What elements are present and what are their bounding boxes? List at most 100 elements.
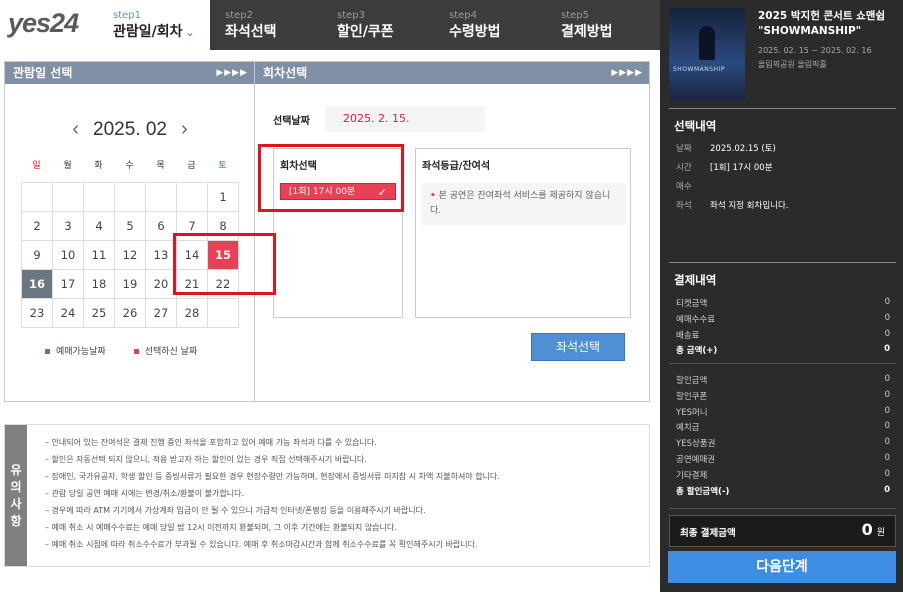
- payment-key: 예치금: [676, 423, 700, 434]
- date-panel-title: 관람일 선택: [13, 66, 73, 80]
- payment-value: 0: [884, 421, 890, 432]
- step-label: 수령방법: [449, 24, 501, 40]
- show-venue: 올림픽공원 올림픽홀: [758, 60, 827, 69]
- step-tab-1[interactable]: step1 관람일/회차 ⌄: [98, 0, 210, 50]
- calendar-empty-cell: [22, 183, 53, 212]
- date-panel-header: 관람일 선택 ▶▶▶▶: [5, 62, 254, 84]
- calendar-day[interactable]: 18: [84, 270, 115, 299]
- prev-month-icon[interactable]: ‹: [72, 118, 79, 140]
- weekday-label: 금: [187, 161, 196, 171]
- weekday-label: 토: [218, 161, 227, 171]
- calendar-day[interactable]: 17: [53, 270, 84, 299]
- weekday-label: 화: [94, 161, 103, 171]
- calendar-day[interactable]: 1: [208, 183, 239, 212]
- step-tab-5[interactable]: step5 결제방법: [546, 0, 658, 50]
- calendar-day[interactable]: 12: [115, 241, 146, 270]
- yes24-logo[interactable]: yes24: [0, 0, 98, 50]
- calendar-day[interactable]: 16: [22, 270, 53, 299]
- highlight-round-box: [258, 144, 404, 212]
- final-amount: 0원: [862, 520, 885, 539]
- poster-text: SHOWMANSHIP: [673, 66, 725, 73]
- calendar-day[interactable]: 24: [53, 299, 84, 328]
- round-panel: 회차선택 ▶▶▶▶ 선택날짜 2025. 2. 15. 회차선택 [1회] 17…: [254, 61, 650, 402]
- step-tab-2[interactable]: step2 좌석선택: [210, 0, 322, 50]
- order-sidebar: SHOWMANSHIP 2025 박지헌 콘서트 쇼맨쉽 "SHOWMANSHI…: [660, 0, 903, 592]
- next-month-icon[interactable]: ›: [181, 118, 188, 140]
- step-tab-3[interactable]: step3 할인/쿠폰: [322, 0, 434, 50]
- step-nav: step1 관람일/회차 ⌄ step2 좌석선택 step3 할인/쿠폰 ste…: [98, 0, 660, 50]
- step-label: 관람일/회차: [113, 24, 183, 40]
- poster-figure: [699, 26, 715, 60]
- step-number: step5: [561, 10, 589, 21]
- seat-note: • 본 공연은 잔여좌석 서비스를 제공하지 않습니다.: [422, 183, 626, 225]
- calendar-legend: 예매가능날짜 선택하신 날짜: [45, 344, 197, 357]
- round-panel-header: 회차선택 ▶▶▶▶: [255, 62, 649, 84]
- step-number: step2: [225, 10, 253, 21]
- calendar-day[interactable]: 11: [84, 241, 115, 270]
- payment-key: 공연예매권: [676, 455, 716, 465]
- calendar-day[interactable]: 10: [53, 241, 84, 270]
- step-number: step1: [113, 10, 141, 21]
- calendar-day[interactable]: 2: [22, 212, 53, 241]
- calendar-empty-cell: [146, 183, 177, 212]
- highlight-date-box: [173, 233, 276, 295]
- calendar-day[interactable]: 4: [84, 212, 115, 241]
- payment-row: 기타결제 0: [676, 469, 890, 481]
- calendar-day[interactable]: 19: [115, 270, 146, 299]
- notice-side-char: 유: [10, 462, 22, 477]
- bullet-icon: •: [430, 191, 436, 201]
- calendar-day[interactable]: 3: [53, 212, 84, 241]
- show-title: 2025 박지헌 콘서트 쇼맨쉽 "SHOWMANSHIP": [758, 10, 886, 37]
- chevron-down-icon: ⌄: [185, 26, 195, 39]
- arrows-icon: ▶▶▶▶: [216, 68, 248, 78]
- payment-value: 0: [884, 374, 890, 384]
- legend-available: 예매가능날짜: [45, 344, 106, 357]
- calendar-day[interactable]: 5: [115, 212, 146, 241]
- notice-side-label: 유의사항: [5, 425, 27, 566]
- calendar-day[interactable]: 26: [115, 299, 146, 328]
- selection-heading: 선택내역: [674, 119, 717, 133]
- show-poster: SHOWMANSHIP: [669, 8, 745, 100]
- calendar-week: 23 24 25 26 27 28: [22, 299, 239, 328]
- selection-key: 좌석: [676, 201, 692, 211]
- calendar-day[interactable]: 28: [177, 299, 208, 328]
- step-label: 할인/쿠폰: [337, 24, 394, 40]
- seat-select-button[interactable]: 좌석선택: [531, 333, 625, 361]
- calendar-empty-cell: [115, 183, 146, 212]
- payment-row: 할인금액 0: [676, 374, 890, 386]
- step-number: step3: [337, 10, 365, 21]
- payment-row: 총 금액(+) 0: [676, 344, 890, 356]
- selection-key: 시간: [676, 163, 692, 173]
- selection-row: 좌석 좌석 지정 회차입니다.: [676, 199, 789, 211]
- seat-grade-label: 좌석등급/잔여석: [422, 161, 491, 172]
- selection-value: 좌석 지정 회차입니다.: [710, 201, 789, 211]
- payment-value: 0: [884, 437, 890, 448]
- calendar-day[interactable]: 9: [22, 241, 53, 270]
- calendar-day[interactable]: 23: [22, 299, 53, 328]
- step-tab-4[interactable]: step4 수령방법: [434, 0, 546, 50]
- divider: [669, 108, 896, 109]
- next-step-button[interactable]: 다음단계: [668, 551, 896, 583]
- payment-key: 할인쿠폰: [676, 391, 708, 402]
- step-label: 좌석선택: [225, 24, 277, 40]
- calendar-day[interactable]: 25: [84, 299, 115, 328]
- weekday-header: 일월화수목금토: [21, 158, 238, 171]
- payment-value: 0: [884, 297, 890, 307]
- legend-available-label: 예매가능날짜: [56, 347, 106, 357]
- payment-row: 예치금 0: [676, 421, 890, 433]
- payment-value: 0: [884, 468, 890, 479]
- weekday-label: 월: [63, 161, 72, 171]
- payment-value: 0: [884, 328, 890, 339]
- notice-item: – 경우에 따라 ATM 기기에서 가상계좌 입금이 안 될 수 있으니 가급적…: [45, 506, 426, 515]
- payment-key: 할인금액: [676, 376, 708, 386]
- selection-key: 매수: [676, 182, 692, 192]
- notice-box: 유의사항 – 안내되어 있는 잔여석은 결제 진행 중인 좌석을 포함하고 있어…: [4, 424, 650, 567]
- payment-key: YES머니: [676, 407, 708, 418]
- payment-key: YES상품권: [676, 439, 716, 450]
- notice-item: – 예매 취소 시점에 따라 취소수수료가 부과될 수 있습니다. 예매 후 취…: [45, 540, 478, 549]
- calendar-day[interactable]: 27: [146, 299, 177, 328]
- available-swatch: [45, 349, 50, 354]
- payment-row: 배송료 0: [676, 329, 890, 341]
- final-amount-unit: 원: [876, 528, 885, 538]
- selection-row: 시간 [1회] 17시 00분: [676, 161, 773, 173]
